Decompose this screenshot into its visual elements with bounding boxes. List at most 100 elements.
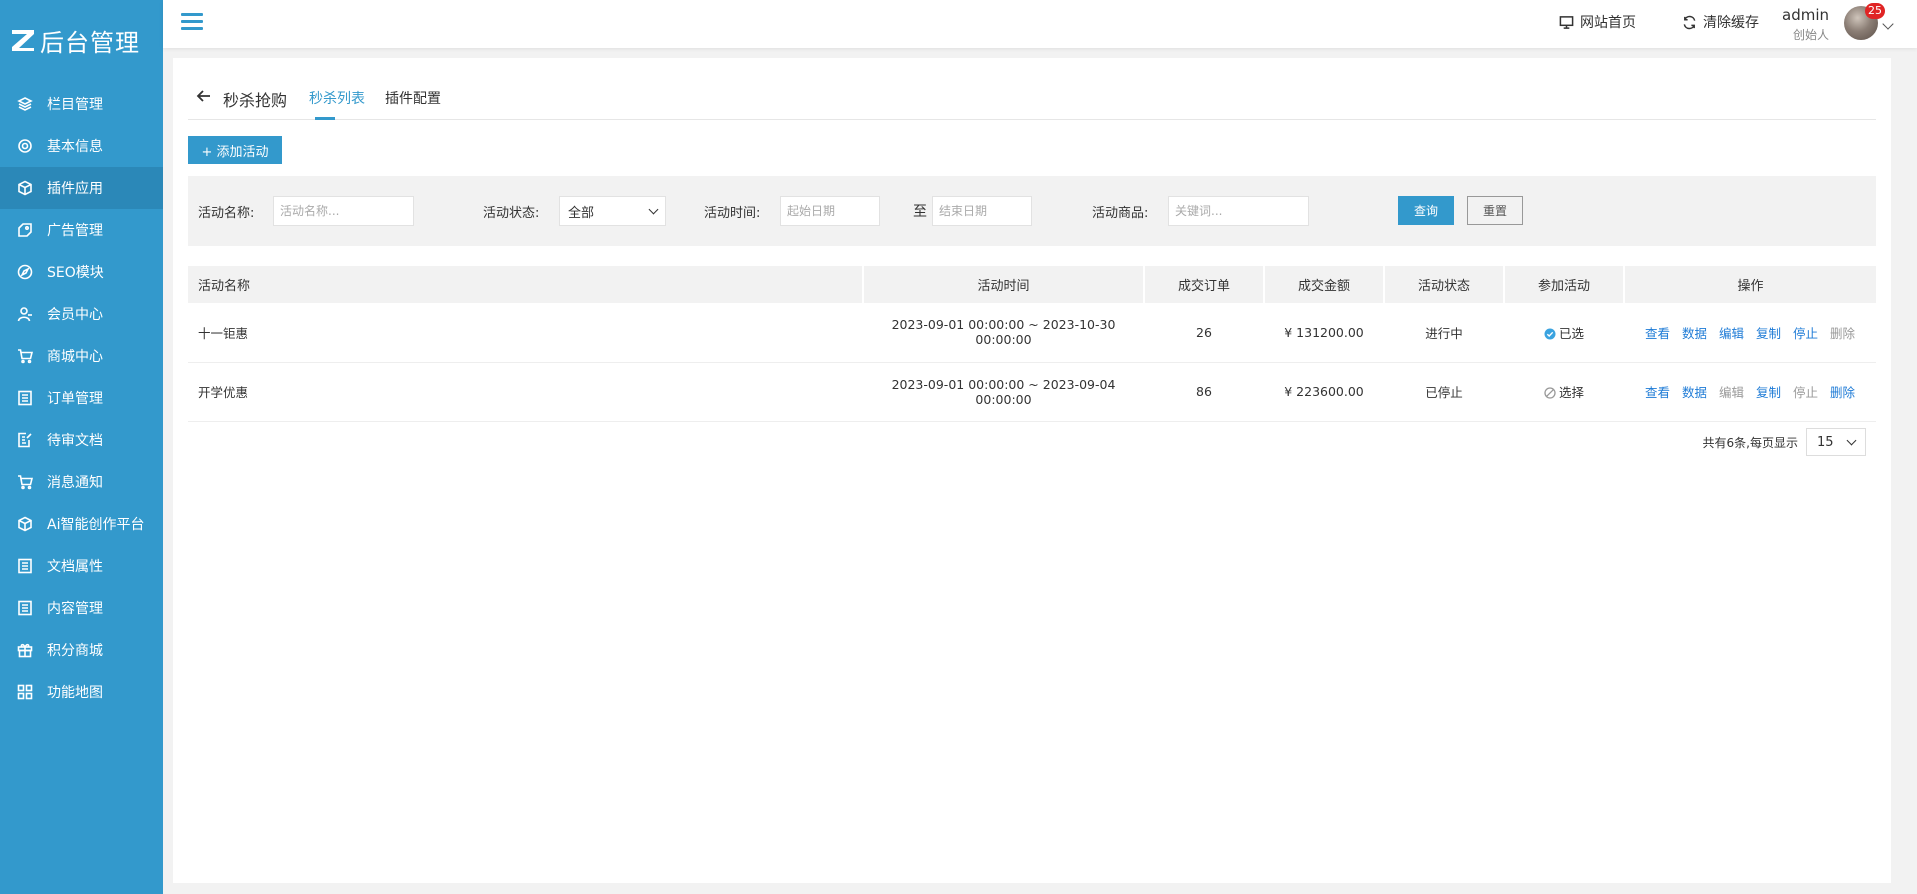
col-header-status: 活动状态 — [1384, 266, 1505, 303]
cell-orders: 86 — [1144, 362, 1264, 422]
layers-icon — [17, 96, 33, 112]
stop-button[interactable]: 停止 — [1793, 326, 1818, 341]
filter-time-label: 活动时间: — [704, 206, 761, 221]
sidebar-item-label: 待审文档 — [47, 433, 103, 449]
page-title: 秒杀抢购 — [223, 91, 288, 110]
sidebar-item-column[interactable]: 栏目管理 — [0, 83, 163, 125]
tab-bar: 秒杀抢购 秒杀列表 插件配置 — [188, 58, 1876, 120]
col-header-amount: 成交金额 — [1264, 266, 1385, 303]
status-select[interactable]: 全部 — [559, 196, 666, 226]
view-button[interactable]: 查看 — [1645, 385, 1670, 400]
edit-button[interactable]: 编辑 — [1719, 326, 1744, 341]
activity-table: 活动名称 活动时间 成交订单 成交金额 活动状态 参加活动 操作 十一钜惠 20… — [188, 266, 1876, 422]
join-toggle[interactable]: 选择 — [1504, 362, 1624, 422]
sidebar-item-mall[interactable]: 商城中心 — [0, 335, 163, 377]
sidebar-item-label: 积分商城 — [47, 643, 103, 659]
sidebar-item-content[interactable]: 内容管理 — [0, 587, 163, 629]
filter-status-label: 活动状态: — [483, 206, 540, 221]
filter-goods-label: 活动商品: — [1092, 206, 1149, 221]
row-actions: 查看 数据 编辑 复制 停止 删除 — [1624, 303, 1876, 363]
activity-name-input[interactable] — [273, 196, 414, 226]
join-toggle[interactable]: 已选 — [1504, 303, 1624, 363]
cell-activity-name: 开学优惠 — [188, 362, 863, 422]
sidebar-item-label: 广告管理 — [47, 223, 103, 239]
cell-orders: 26 — [1144, 303, 1264, 363]
check-circle-icon — [1544, 328, 1556, 340]
gift-icon — [17, 642, 33, 658]
chevron-down-icon — [648, 204, 659, 215]
compass-icon — [17, 264, 33, 280]
view-button[interactable]: 查看 — [1645, 326, 1670, 341]
sidebar-item-label: 商城中心 — [47, 349, 103, 365]
sidebar-item-members[interactable]: 会员中心 — [0, 293, 163, 335]
sidebar: 后台管理 栏目管理 基本信息 插件应用 广告管理 SEO模块 会员中心 商城中心… — [0, 0, 163, 894]
clear-cache-link[interactable]: 清除缓存 — [1682, 12, 1759, 32]
sidebar-item-pending-docs[interactable]: 待审文档 — [0, 419, 163, 461]
list-icon — [17, 558, 33, 574]
main-card: 秒杀抢购 秒杀列表 插件配置 + 添加活动 活动名称: 活动状态: 全部 活动时… — [173, 58, 1891, 883]
sidebar-item-basic-info[interactable]: 基本信息 — [0, 125, 163, 167]
list-icon — [17, 600, 33, 616]
disabled-circle-icon — [1544, 387, 1556, 399]
page-size-select[interactable]: 15 — [1806, 428, 1866, 456]
sidebar-item-function-map[interactable]: 功能地图 — [0, 671, 163, 713]
sidebar-menu: 栏目管理 基本信息 插件应用 广告管理 SEO模块 会员中心 商城中心 订单管理… — [0, 83, 163, 713]
sidebar-item-label: 内容管理 — [47, 601, 103, 617]
sidebar-item-label: 订单管理 — [47, 391, 103, 407]
table-row: 开学优惠 2023-09-01 00:00:00 ~ 2023-09-04 00… — [188, 362, 1876, 422]
goods-keyword-input[interactable] — [1168, 196, 1309, 226]
logo[interactable]: 后台管理 — [0, 0, 163, 80]
join-label: 已选 — [1558, 325, 1584, 341]
tab-plugin-config[interactable]: 插件配置 — [385, 88, 441, 108]
end-date-input[interactable] — [932, 196, 1032, 226]
menu-toggle-icon[interactable] — [181, 13, 203, 33]
sidebar-item-label: 插件应用 — [47, 181, 103, 197]
reset-button[interactable]: 重置 — [1467, 196, 1523, 225]
delete-button[interactable]: 删除 — [1830, 385, 1855, 400]
sidebar-item-label: SEO模块 — [47, 265, 104, 281]
logo-text: 后台管理 — [40, 28, 140, 57]
add-activity-button[interactable]: + 添加活动 — [188, 136, 282, 164]
notification-badge: 25 — [1865, 3, 1885, 19]
copy-button[interactable]: 复制 — [1756, 326, 1781, 341]
col-header-orders: 成交订单 — [1144, 266, 1265, 303]
data-button[interactable]: 数据 — [1682, 326, 1707, 341]
cell-activity-time: 2023-09-01 00:00:00 ~ 2023-09-04 00:00:0… — [863, 362, 1144, 422]
chevron-down-icon[interactable] — [1882, 18, 1894, 30]
user-info[interactable]: admin 创始人 — [1782, 6, 1829, 43]
table-row: 十一钜惠 2023-09-01 00:00:00 ~ 2023-10-30 00… — [188, 303, 1876, 363]
tab-seckill-list[interactable]: 秒杀列表 — [309, 88, 365, 108]
sidebar-item-label: 会员中心 — [47, 307, 103, 323]
sidebar-item-points-mall[interactable]: 积分商城 — [0, 629, 163, 671]
col-header-time: 活动时间 — [863, 266, 1145, 303]
clear-cache-label: 清除缓存 — [1703, 15, 1759, 31]
sidebar-item-seo[interactable]: SEO模块 — [0, 251, 163, 293]
site-home-link[interactable]: 网站首页 — [1559, 12, 1636, 32]
data-button[interactable]: 数据 — [1682, 385, 1707, 400]
table-header-row: 活动名称 活动时间 成交订单 成交金额 活动状态 参加活动 操作 — [188, 266, 1876, 303]
stop-button: 停止 — [1793, 385, 1819, 400]
sidebar-item-orders[interactable]: 订单管理 — [0, 377, 163, 419]
sidebar-item-plugins[interactable]: 插件应用 — [0, 167, 163, 209]
tag-icon — [17, 222, 33, 238]
grid-icon — [17, 684, 33, 700]
filter-name-label: 活动名称: — [198, 206, 255, 221]
sidebar-item-notifications[interactable]: 消息通知 — [0, 461, 163, 503]
copy-button[interactable]: 复制 — [1756, 385, 1781, 400]
start-date-input[interactable] — [780, 196, 880, 226]
top-header: 网站首页 清除缓存 admin 创始人 25 — [163, 0, 1917, 48]
cell-activity-name: 十一钜惠 — [188, 303, 863, 363]
edit-button: 编辑 — [1718, 385, 1744, 400]
sidebar-item-ai-platform[interactable]: Ai智能创作平台 — [0, 503, 163, 545]
query-button[interactable]: 查询 — [1398, 196, 1454, 225]
active-tab-indicator — [315, 117, 335, 120]
cart-icon — [17, 348, 33, 364]
col-header-name: 活动名称 — [188, 266, 864, 303]
sidebar-item-label: 消息通知 — [47, 475, 103, 491]
back-arrow-icon[interactable] — [196, 88, 212, 104]
user-icon — [17, 306, 33, 322]
sidebar-item-doc-attributes[interactable]: 文档属性 — [0, 545, 163, 587]
sidebar-item-ads[interactable]: 广告管理 — [0, 209, 163, 251]
page-size-value: 15 — [1817, 434, 1834, 450]
pagination: 共有6条,每页显示 15 — [1703, 428, 1866, 456]
